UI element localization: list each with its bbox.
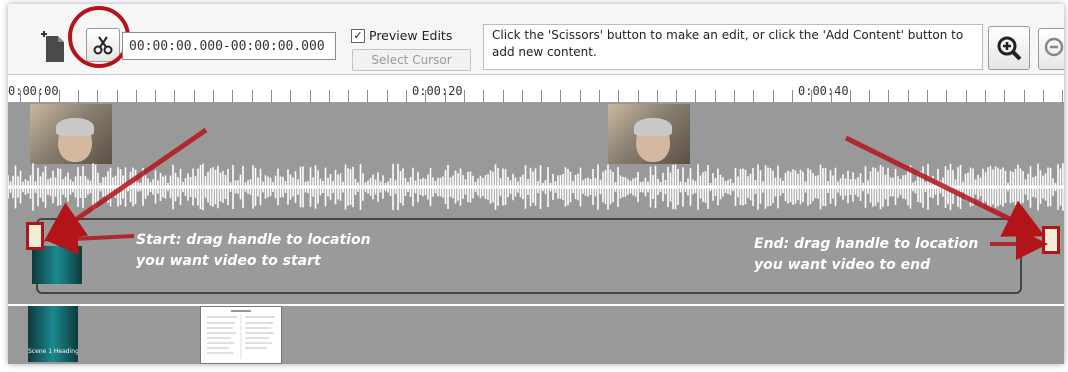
arrow-to-end-handle bbox=[844, 135, 1045, 237]
arrow-to-start-handle bbox=[43, 127, 208, 242]
editor-window: 00:00:00.000-00:00:00.000 ✓ Preview Edit… bbox=[8, 4, 1064, 364]
annotation-arrows bbox=[43, 127, 1048, 260]
arrow-from-start-label bbox=[46, 222, 135, 255]
